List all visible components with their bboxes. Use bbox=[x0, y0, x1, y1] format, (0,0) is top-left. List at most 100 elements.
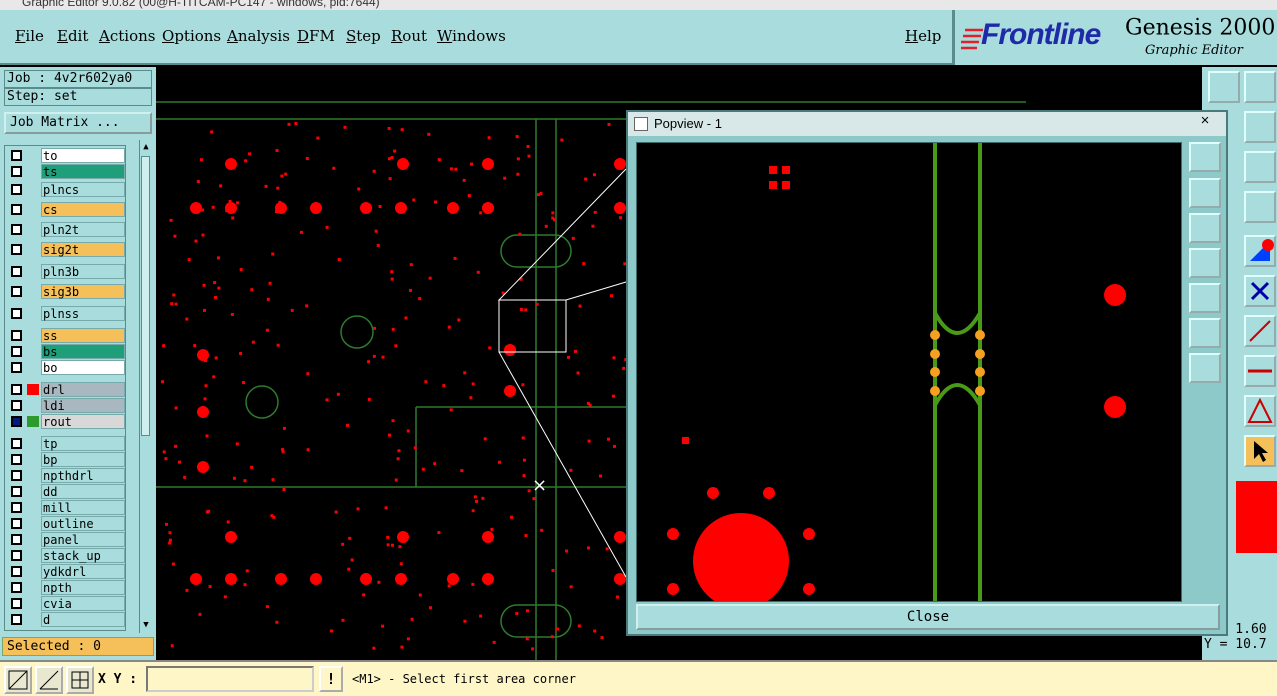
layer-row-npth[interactable]: npth bbox=[7, 580, 127, 595]
layer-row-plncs[interactable]: plncs bbox=[7, 182, 127, 197]
layer-row-ydkdrl[interactable]: ydkdrl bbox=[7, 564, 127, 579]
popview-canvas[interactable] bbox=[636, 142, 1182, 602]
triangle-icon-button[interactable] bbox=[1244, 395, 1276, 427]
measure-icon-button[interactable] bbox=[1244, 355, 1276, 387]
layer-checkbox[interactable] bbox=[11, 566, 22, 577]
menu-help[interactable]: Help bbox=[905, 27, 941, 45]
menu-actions[interactable]: Actions bbox=[99, 27, 155, 45]
pcb-via bbox=[305, 304, 309, 308]
cross-icon-button[interactable] bbox=[1244, 275, 1276, 307]
popview-pan-right-button[interactable] bbox=[1189, 283, 1221, 313]
layer-row-outline[interactable]: outline bbox=[7, 516, 127, 531]
layer-row-to[interactable]: to bbox=[7, 148, 127, 163]
layer-checkbox[interactable] bbox=[11, 614, 22, 625]
layer-row-bs[interactable]: bs bbox=[7, 344, 127, 359]
layer-row-dd[interactable]: dd bbox=[7, 484, 127, 499]
layer-row-mill[interactable]: mill bbox=[7, 500, 127, 515]
angle-icon-button[interactable] bbox=[35, 666, 63, 694]
layer-row-cs[interactable]: cs bbox=[7, 202, 127, 217]
layer-checkbox[interactable] bbox=[11, 330, 22, 341]
layer-checkbox[interactable] bbox=[11, 486, 22, 497]
layer-checkbox[interactable] bbox=[11, 244, 22, 255]
layer-checkbox[interactable] bbox=[11, 308, 22, 319]
scroll-down-arrow-icon[interactable]: ▼ bbox=[141, 620, 151, 630]
layer-checkbox[interactable] bbox=[11, 454, 22, 465]
layer-row-sig2t[interactable]: sig2t bbox=[7, 242, 127, 257]
layer-checkbox[interactable] bbox=[11, 166, 22, 177]
layer-checkbox[interactable] bbox=[11, 502, 22, 513]
layer-row-bo[interactable]: bo bbox=[7, 360, 127, 375]
popview-fit-button[interactable] bbox=[1189, 142, 1221, 172]
layer-row-pln2t[interactable]: pln2t bbox=[7, 222, 127, 237]
layer-row-stack_up[interactable]: stack_up bbox=[7, 548, 127, 563]
message-icon-button[interactable]: ! bbox=[319, 666, 343, 692]
layer-checkbox[interactable] bbox=[11, 470, 22, 481]
layer-row-plnss[interactable]: plnss bbox=[7, 306, 127, 321]
layer-row-sig3b[interactable]: sig3b bbox=[7, 284, 127, 299]
popview-close-icon[interactable]: × bbox=[1184, 112, 1226, 132]
menu-windows[interactable]: Windows bbox=[437, 27, 506, 45]
layer-checkbox[interactable] bbox=[11, 346, 22, 357]
layer-checkbox[interactable] bbox=[11, 150, 22, 161]
layer-row-tp[interactable]: tp bbox=[7, 436, 127, 451]
layer-row-ss[interactable]: ss bbox=[7, 328, 127, 343]
color-swatch-button[interactable] bbox=[1244, 235, 1276, 267]
job-matrix-button[interactable]: Job Matrix ... bbox=[4, 112, 152, 134]
layer-row-pln3b[interactable]: pln3b bbox=[7, 264, 127, 279]
layer-checkbox[interactable] bbox=[11, 550, 22, 561]
tool-button-2[interactable] bbox=[1244, 71, 1276, 103]
zoom-icon-button[interactable] bbox=[1244, 151, 1276, 183]
pcb-via bbox=[488, 346, 492, 350]
xy-input[interactable] bbox=[146, 666, 314, 692]
layer-checkbox[interactable] bbox=[11, 384, 22, 395]
popview-pan-down-button[interactable] bbox=[1189, 213, 1221, 243]
zoomed-board-view[interactable] bbox=[637, 143, 1182, 602]
layer-checkbox[interactable] bbox=[11, 416, 22, 427]
menu-analysis[interactable]: Analysis bbox=[227, 27, 290, 45]
rout-tab bbox=[975, 367, 985, 377]
menu-rout[interactable]: Rout bbox=[391, 27, 427, 45]
popview-zoom-in-button[interactable] bbox=[1189, 318, 1221, 348]
popview-close-button[interactable]: Close bbox=[636, 604, 1220, 630]
layer-checkbox[interactable] bbox=[11, 224, 22, 235]
line-icon-button[interactable] bbox=[1244, 315, 1276, 347]
layer-checkbox[interactable] bbox=[11, 184, 22, 195]
layer-checkbox[interactable] bbox=[11, 286, 22, 297]
menu-dfm[interactable]: DFM bbox=[297, 27, 335, 45]
popview-pan-up-button[interactable] bbox=[1189, 178, 1221, 208]
menu-options[interactable]: Options bbox=[162, 27, 221, 45]
layer-row-panel[interactable]: panel bbox=[7, 532, 127, 547]
select-pointer-icon-button[interactable] bbox=[1244, 435, 1276, 467]
menu-step[interactable]: Step bbox=[346, 27, 381, 45]
grid-icon-button[interactable] bbox=[1244, 191, 1276, 223]
layer-checkbox[interactable] bbox=[11, 518, 22, 529]
layer-row-npthdrl[interactable]: npthdrl bbox=[7, 468, 127, 483]
layer-row-ldi[interactable]: ldi bbox=[7, 398, 127, 413]
tool-button-3[interactable] bbox=[1244, 111, 1276, 143]
scroll-up-arrow-icon[interactable]: ▲ bbox=[141, 142, 151, 152]
layer-row-cvia[interactable]: cvia bbox=[7, 596, 127, 611]
tool-button-1[interactable] bbox=[1208, 71, 1240, 103]
popview-zoom-out-button[interactable] bbox=[1189, 353, 1221, 383]
layer-checkbox[interactable] bbox=[11, 438, 22, 449]
layer-list-scrollbar[interactable]: ▲ ▼ bbox=[139, 140, 151, 633]
layer-checkbox[interactable] bbox=[11, 534, 22, 545]
layer-checkbox[interactable] bbox=[11, 400, 22, 411]
mini-map[interactable] bbox=[1236, 481, 1277, 553]
menu-edit[interactable]: Edit bbox=[57, 27, 88, 45]
layer-checkbox[interactable] bbox=[11, 598, 22, 609]
layer-checkbox[interactable] bbox=[11, 362, 22, 373]
layer-checkbox[interactable] bbox=[11, 266, 22, 277]
layer-row-bp[interactable]: bp bbox=[7, 452, 127, 467]
layer-checkbox[interactable] bbox=[11, 582, 22, 593]
menu-file[interactable]: File bbox=[15, 27, 44, 45]
layer-row-d[interactable]: d bbox=[7, 612, 127, 627]
popview-pan-left-button[interactable] bbox=[1189, 248, 1221, 278]
grid-snap-icon-button[interactable] bbox=[66, 666, 94, 694]
layer-row-drl[interactable]: drl bbox=[7, 382, 127, 397]
layer-row-rout[interactable]: rout bbox=[7, 414, 127, 429]
scroll-thumb[interactable] bbox=[141, 156, 150, 436]
layer-checkbox[interactable] bbox=[11, 204, 22, 215]
snap-icon-button[interactable] bbox=[4, 666, 32, 694]
layer-row-ts[interactable]: ts bbox=[7, 164, 127, 179]
